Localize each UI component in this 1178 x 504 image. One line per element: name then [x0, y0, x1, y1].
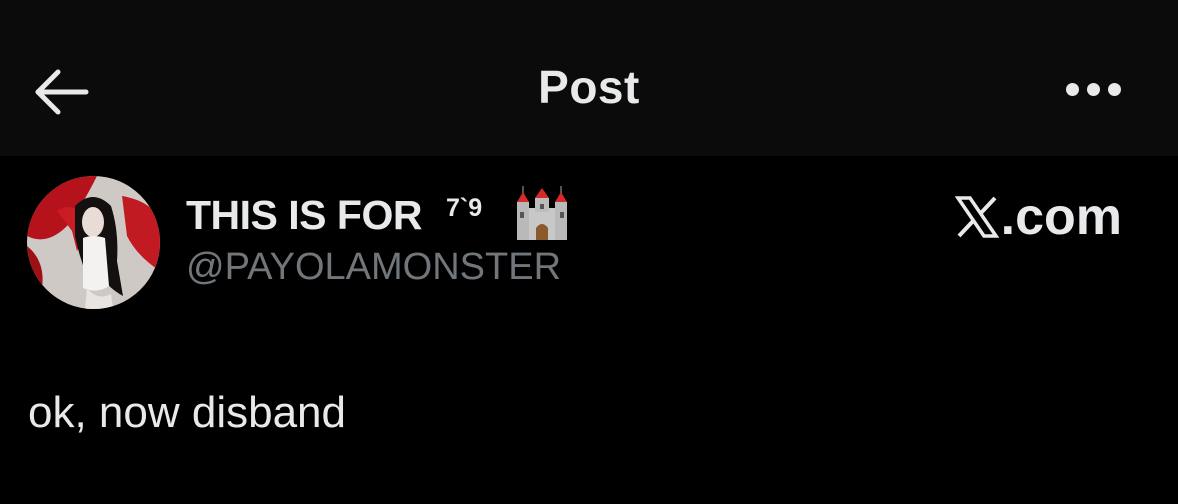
avatar-image	[27, 176, 160, 309]
author-name-superscript: 7`9	[446, 194, 483, 222]
castle-icon	[517, 186, 567, 240]
avatar[interactable]	[27, 176, 160, 309]
top-bar: Post	[0, 0, 1178, 156]
author-display-name[interactable]: THIS IS FOR	[186, 192, 422, 239]
x-logo-icon	[954, 196, 999, 238]
x-com-watermark: .com	[954, 186, 1122, 248]
page-title: Post	[538, 61, 640, 113]
watermark-text: .com	[1000, 188, 1122, 246]
post-text: ok, now disband	[28, 388, 346, 437]
more-options-button[interactable]	[1062, 76, 1126, 104]
author-handle[interactable]: @PAYOLAMONSTER	[186, 246, 561, 289]
